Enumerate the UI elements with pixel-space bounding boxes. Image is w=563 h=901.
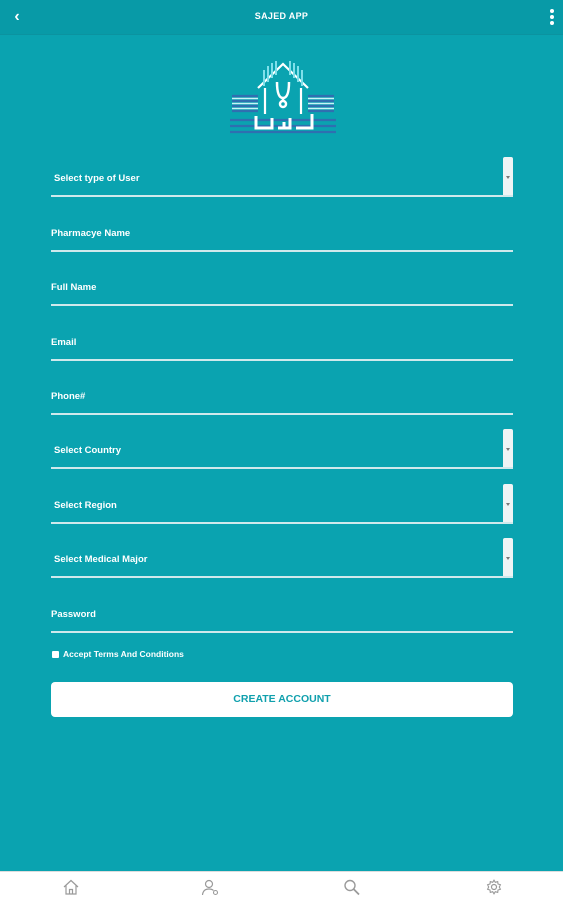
bottom-nav [0,871,563,901]
password-placeholder: Password [51,609,96,620]
dropdown-arrow-icon[interactable] [503,157,513,197]
password-input[interactable]: Password [51,593,513,633]
field-underline [51,413,513,415]
user-type-placeholder: Select type of User [54,173,140,184]
field-underline [51,522,513,524]
field-underline [51,195,513,197]
home-icon[interactable] [61,878,81,896]
pharmacy-name-placeholder: Pharmacye Name [51,228,131,239]
phone-input[interactable]: Phone# [51,375,513,415]
terms-checkbox[interactable] [52,651,59,658]
top-app-bar: ‹ SAJED APP [0,0,563,35]
region-select[interactable]: Select Region [51,484,513,524]
dropdown-arrow-icon[interactable] [503,538,513,578]
terms-label[interactable]: Accept Terms And Conditions [63,649,184,659]
field-underline [51,631,513,633]
full-name-placeholder: Full Name [51,282,97,293]
user-type-select[interactable]: Select type of User [51,157,513,197]
phone-placeholder: Phone# [51,391,86,402]
app-title: SAJED APP [254,11,309,21]
pharmacy-name-input[interactable]: Pharmacye Name [51,212,513,252]
field-underline [51,467,513,469]
more-vert-icon[interactable] [547,7,557,27]
email-input[interactable]: Email [51,321,513,361]
full-name-input[interactable]: Full Name [51,266,513,306]
medical-major-placeholder: Select Medical Major [54,554,148,565]
create-account-button[interactable]: CREATE ACCOUNT [51,682,513,717]
gear-icon[interactable] [484,878,504,896]
field-underline [51,250,513,252]
field-underline [51,359,513,361]
country-placeholder: Select Country [54,445,122,456]
user-settings-icon[interactable] [200,878,220,896]
country-select[interactable]: Select Country [51,429,513,469]
field-underline [51,576,513,578]
dropdown-arrow-icon[interactable] [503,484,513,524]
search-icon[interactable] [342,878,362,896]
app-logo [230,61,336,134]
field-underline [51,304,513,306]
dropdown-arrow-icon[interactable] [503,429,513,469]
region-placeholder: Select Region [54,500,117,511]
medical-major-select[interactable]: Select Medical Major [51,538,513,578]
email-placeholder: Email [51,337,77,348]
